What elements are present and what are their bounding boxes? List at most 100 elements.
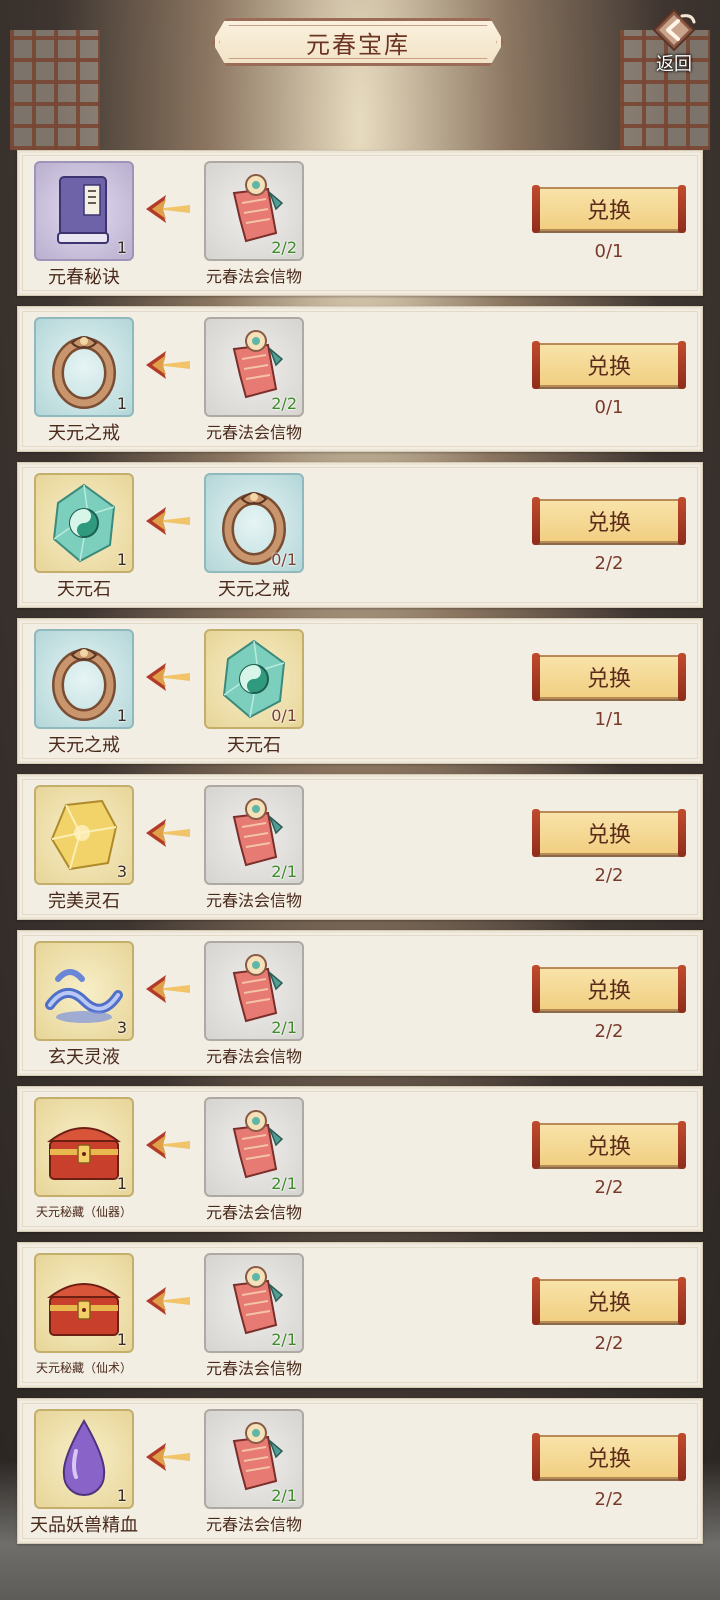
- cost-item-name: 元春法会信物: [205, 1047, 302, 1066]
- cost-item-slot[interactable]: 0/1: [204, 629, 304, 729]
- cost-item-name: 元春法会信物: [205, 891, 302, 910]
- cost-item-slot[interactable]: 2/1: [204, 785, 304, 885]
- back-icon: [652, 8, 696, 52]
- exchange-button-label: 兑换: [586, 1135, 631, 1160]
- reward-item-name: 天元秘藏（仙术）: [35, 1361, 132, 1375]
- reward-count: 1: [116, 238, 127, 257]
- exchange-row: 1 天元秘藏（仙术） 2/1 元春法会信物 兑换 2/2: [17, 1242, 703, 1388]
- reward-item-slot[interactable]: 1: [34, 629, 134, 729]
- cost-item-name: 元春法会信物: [205, 267, 302, 286]
- cost-count: 2/1: [271, 862, 297, 881]
- reward-count: 3: [116, 1018, 127, 1037]
- reward-item-name: 玄天灵液: [48, 1047, 120, 1068]
- exchange-arrow-icon: [144, 1283, 192, 1319]
- cost-count: 0/1: [271, 706, 297, 725]
- exchange-button[interactable]: 兑换: [532, 1433, 686, 1481]
- exchange-arrow-icon: [144, 1439, 192, 1475]
- exchange-row: 1 天元石 0/1 天元之戒 兑换 2/2: [17, 462, 703, 608]
- reward-count: 3: [116, 862, 127, 881]
- cost-count: 2/1: [271, 1018, 297, 1037]
- page-title: 元春宝库: [306, 30, 410, 59]
- exchange-row: 1 天元之戒 2/2 元春法会信物 兑换 0/1: [17, 306, 703, 452]
- reward-item-name: 元春秘诀: [48, 267, 120, 288]
- exchange-arrow-icon: [144, 659, 192, 695]
- exchange-row: 3 完美灵石 2/1 元春法会信物 兑换 2/2: [17, 774, 703, 920]
- cost-item-name: 元春法会信物: [205, 1203, 302, 1222]
- exchange-row: 1 天品妖兽精血 2/1 元春法会信物 兑换 2/2: [17, 1398, 703, 1544]
- exchange-button[interactable]: 兑换: [532, 1121, 686, 1169]
- cost-item-name: 天元之戒: [218, 579, 290, 600]
- reward-count: 1: [116, 394, 127, 413]
- exchange-row: 1 天元之戒 0/1 天元石 兑换 1/1: [17, 618, 703, 764]
- exchange-button-label: 兑换: [586, 1447, 631, 1472]
- reward-item-name: 完美灵石: [48, 891, 120, 912]
- exchange-button[interactable]: 兑换: [532, 497, 686, 545]
- exchange-button-label: 兑换: [586, 355, 631, 380]
- exchange-button[interactable]: 兑换: [532, 341, 686, 389]
- exchange-row: 1 天元秘藏（仙器） 2/1 元春法会信物 兑换 2/2: [17, 1086, 703, 1232]
- exchange-limit: 0/1: [594, 397, 624, 418]
- reward-count: 1: [116, 1486, 127, 1505]
- cost-item-name: 元春法会信物: [205, 1359, 302, 1378]
- reward-item-slot[interactable]: 1: [34, 1253, 134, 1353]
- reward-item-name: 天元石: [57, 579, 111, 600]
- cost-item-slot[interactable]: 2/2: [204, 161, 304, 261]
- reward-count: 1: [116, 1174, 127, 1193]
- exchange-button[interactable]: 兑换: [532, 1277, 686, 1325]
- reward-item-slot[interactable]: 3: [34, 941, 134, 1041]
- cost-item-slot[interactable]: 2/1: [204, 1409, 304, 1509]
- back-button[interactable]: 返回: [642, 8, 706, 80]
- exchange-limit: 1/1: [594, 709, 624, 730]
- exchange-button[interactable]: 兑换: [532, 185, 686, 233]
- exchange-button-label: 兑换: [586, 823, 631, 848]
- reward-item-name: 天元秘藏（仙器）: [35, 1205, 132, 1219]
- exchange-limit: 2/2: [594, 1177, 624, 1198]
- exchange-button[interactable]: 兑换: [532, 809, 686, 857]
- exchange-limit: 2/2: [594, 1333, 624, 1354]
- exchange-button-label: 兑换: [586, 1291, 631, 1316]
- title-plaque: 元春宝库: [212, 18, 504, 66]
- reward-count: 1: [116, 706, 127, 725]
- cost-item-slot[interactable]: 2/1: [204, 1253, 304, 1353]
- back-label: 返回: [656, 54, 692, 75]
- cost-item-slot[interactable]: 2/1: [204, 1097, 304, 1197]
- cost-item-slot[interactable]: 2/1: [204, 941, 304, 1041]
- reward-item-slot[interactable]: 1: [34, 1097, 134, 1197]
- exchange-button-label: 兑换: [586, 511, 631, 536]
- exchange-row: 1 元春秘诀 2/2 元春法会信物 兑换 0/1: [17, 150, 703, 296]
- cost-count: 2/2: [271, 394, 297, 413]
- cost-count: 2/1: [271, 1330, 297, 1349]
- exchange-button-label: 兑换: [586, 667, 631, 692]
- reward-item-name: 天元之戒: [48, 423, 120, 444]
- exchange-button[interactable]: 兑换: [532, 965, 686, 1013]
- cost-item-name: 元春法会信物: [205, 1515, 302, 1534]
- exchange-list: 1 元春秘诀 2/2 元春法会信物 兑换 0/1 1 天元之戒 2/2 元春法会信物 兑换 0/…: [17, 150, 703, 1554]
- reward-item-slot[interactable]: 3: [34, 785, 134, 885]
- cost-count: 2/2: [271, 238, 297, 257]
- exchange-button-label: 兑换: [586, 979, 631, 1004]
- exchange-button[interactable]: 兑换: [532, 653, 686, 701]
- cost-item-slot[interactable]: 0/1: [204, 473, 304, 573]
- exchange-button-label: 兑换: [586, 199, 631, 224]
- exchange-arrow-icon: [144, 503, 192, 539]
- cost-count: 0/1: [271, 550, 297, 569]
- exchange-arrow-icon: [144, 347, 192, 383]
- exchange-row: 3 玄天灵液 2/1 元春法会信物 兑换 2/2: [17, 930, 703, 1076]
- cost-item-name: 元春法会信物: [205, 423, 302, 442]
- reward-item-slot[interactable]: 1: [34, 1409, 134, 1509]
- reward-item-slot[interactable]: 1: [34, 317, 134, 417]
- exchange-arrow-icon: [144, 1127, 192, 1163]
- background-window-left: [10, 30, 100, 150]
- reward-item-slot[interactable]: 1: [34, 161, 134, 261]
- reward-count: 1: [116, 550, 127, 569]
- exchange-limit: 2/2: [594, 865, 624, 886]
- exchange-limit: 0/1: [594, 241, 624, 262]
- cost-item-slot[interactable]: 2/2: [204, 317, 304, 417]
- exchange-limit: 2/2: [594, 553, 624, 574]
- cost-count: 2/1: [271, 1174, 297, 1193]
- cost-count: 2/1: [271, 1486, 297, 1505]
- reward-count: 1: [116, 1330, 127, 1349]
- reward-item-name: 天品妖兽精血: [30, 1515, 138, 1536]
- exchange-arrow-icon: [144, 815, 192, 851]
- reward-item-slot[interactable]: 1: [34, 473, 134, 573]
